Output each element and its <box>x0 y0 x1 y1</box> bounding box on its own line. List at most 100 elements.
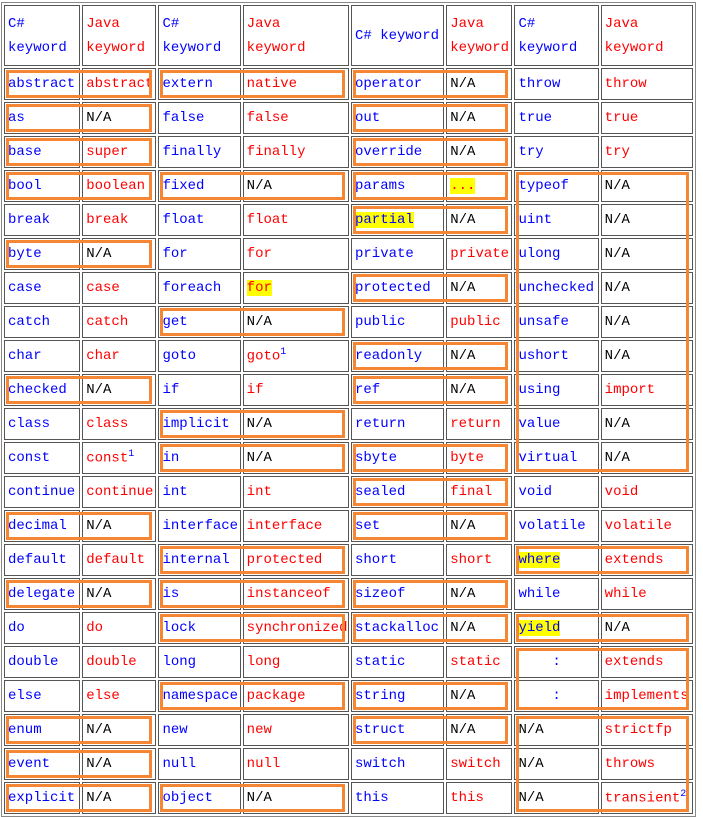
csharp-keyword-header: C# keyword <box>350 5 445 66</box>
keyword-text: N/A <box>450 688 476 704</box>
keyword-text: static <box>450 654 501 670</box>
csharp-keyword-cell: do <box>4 612 81 644</box>
table-row: abstract abstract extern native operator N/A t… <box>4 68 693 100</box>
keyword-text: N/A <box>518 790 544 806</box>
java-keyword-cell: N/A <box>446 714 513 746</box>
java-keyword-cell: N/A <box>600 340 693 372</box>
keyword-text: byte <box>8 246 42 262</box>
csharp-keyword-cell: struct <box>350 714 445 746</box>
keyword-text: continue <box>8 484 76 500</box>
csharp-keyword-cell: string <box>350 680 445 712</box>
java-keyword-cell: ... <box>446 170 513 202</box>
keyword-text: N/A <box>604 178 630 194</box>
keyword-text: throws <box>604 756 656 772</box>
keyword-text: N/A <box>86 722 112 738</box>
keyword-text: internal <box>162 552 230 568</box>
java-keyword-cell: abstract <box>82 68 157 100</box>
java-keyword-cell: N/A <box>600 238 693 270</box>
keyword-text: string <box>354 688 406 704</box>
table-row: char char goto goto1 readonly N/A ushort N/A <box>4 340 693 372</box>
footnote-marker[interactable]: 1 <box>280 347 286 358</box>
keyword-text: while <box>604 586 647 602</box>
keyword-text: N/A <box>518 722 544 738</box>
csharp-keyword-cell: using <box>514 374 599 406</box>
csharp-keyword-cell: void <box>514 476 599 508</box>
csharp-keyword-cell: internal <box>158 544 241 576</box>
keyword-text: const <box>8 450 51 466</box>
csharp-keyword-cell: sizeof <box>350 578 445 610</box>
csharp-keyword-cell: volatile <box>514 510 599 542</box>
java-keyword-cell: native <box>242 68 349 100</box>
keyword-text: enum <box>8 722 42 738</box>
csharp-keyword-cell: uint <box>514 204 599 236</box>
csharp-keyword-cell: decimal <box>4 510 81 542</box>
keyword-text: using <box>518 382 561 398</box>
table-row: do do lock synchronized stackalloc N/A yield N/… <box>4 612 693 644</box>
keyword-text: throw <box>518 76 561 92</box>
keyword-text: private <box>354 246 414 262</box>
java-keyword-cell: N/A <box>600 306 693 338</box>
csharp-keyword-cell: as <box>4 102 81 134</box>
keyword-text: protected <box>354 280 431 296</box>
csharp-keyword-cell: class <box>4 408 81 440</box>
keyword-text: switch <box>450 756 501 772</box>
keyword-text: N/A <box>86 790 112 806</box>
keyword-text: decimal <box>8 518 67 534</box>
csharp-keyword-cell: if <box>158 374 241 406</box>
keyword-text: get <box>162 314 188 330</box>
keyword-text: value <box>518 416 561 432</box>
csharp-keyword-cell: stackalloc <box>350 612 445 644</box>
keyword-text: switch <box>354 756 406 772</box>
keyword-text: if <box>162 382 180 398</box>
java-keyword-cell: interface <box>242 510 349 542</box>
java-keyword-cell: boolean <box>82 170 157 202</box>
keyword-text: N/A <box>604 416 630 432</box>
java-keyword-cell: N/A <box>242 170 349 202</box>
keyword-text: namespace <box>162 688 239 704</box>
keyword-text: N/A <box>86 756 112 772</box>
csharp-keyword-cell: char <box>4 340 81 372</box>
keyword-text: float <box>162 212 205 228</box>
keyword-text: throw <box>604 76 647 92</box>
java-keyword-cell: synchronized <box>242 612 349 644</box>
java-keyword-cell: throws <box>600 748 693 780</box>
csharp-keyword-cell: params <box>350 170 445 202</box>
keyword-text: interface <box>162 518 239 534</box>
keyword-text: transient <box>604 790 681 807</box>
java-keyword-cell: short <box>446 544 513 576</box>
csharp-keyword-cell: private <box>350 238 445 270</box>
csharp-keyword-cell: finally <box>158 136 241 168</box>
java-keyword-cell: continue <box>82 476 157 508</box>
csharp-keyword-cell: event <box>4 748 81 780</box>
java-keyword-cell: N/A <box>446 578 513 610</box>
csharp-keyword-cell: unsafe <box>514 306 599 338</box>
keyword-text: finally <box>246 144 306 160</box>
keyword-text: N/A <box>450 76 476 92</box>
csharp-keyword-header: C# keyword <box>158 5 241 66</box>
java-keyword-cell: do <box>82 612 157 644</box>
keyword-text: case <box>8 280 42 296</box>
csharp-keyword-cell: where <box>514 544 599 576</box>
java-keyword-cell: N/A <box>82 748 157 780</box>
java-keyword-cell: default <box>82 544 157 576</box>
keyword-text: true <box>604 110 639 126</box>
csharp-keyword-cell: ref <box>350 374 445 406</box>
keyword-text: volatile <box>604 518 672 534</box>
keyword-text: private <box>450 246 510 262</box>
csharp-keyword-cell: protected <box>350 272 445 304</box>
footnote-marker[interactable]: 2 <box>680 789 686 800</box>
java-keyword-cell: case <box>82 272 157 304</box>
footnote-marker[interactable]: 1 <box>128 449 134 460</box>
keyword-text: N/A <box>604 246 630 262</box>
keyword-text: extern <box>162 76 213 92</box>
table-row: const const1 in N/A sbyte byte virtual N/A <box>4 442 693 474</box>
csharp-keyword-header: C# keyword <box>514 5 599 66</box>
java-keyword-cell: new <box>242 714 349 746</box>
keyword-text: public <box>450 314 501 330</box>
keyword-text: strictfp <box>604 722 672 738</box>
keyword-text: stackalloc <box>354 620 439 636</box>
csharp-keyword-cell: byte <box>4 238 81 270</box>
csharp-keyword-cell: ulong <box>514 238 599 270</box>
java-keyword-cell: throw <box>600 68 693 100</box>
csharp-keyword-cell: is <box>158 578 241 610</box>
